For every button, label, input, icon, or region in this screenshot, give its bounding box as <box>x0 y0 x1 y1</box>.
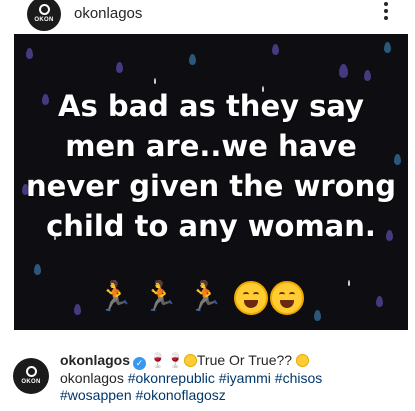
caption-username[interactable]: okonlagos <box>60 352 130 368</box>
raindrop <box>154 78 156 84</box>
raindrop <box>116 62 123 73</box>
hashtag[interactable]: #okonrepublic <box>128 370 215 386</box>
okon-logo-icon <box>25 365 37 377</box>
emoji-row: 🏃 🏃 🏃 <box>97 276 357 316</box>
quote-line: As bad as they say <box>58 89 364 123</box>
running-man-icon: 🏃 <box>187 279 224 313</box>
hashtag[interactable]: #okonoflagosz <box>136 387 226 403</box>
grinning-squint-face-icon <box>234 281 269 315</box>
quote-line: men are..we have <box>65 129 357 163</box>
hashtag[interactable]: #wosappen <box>60 387 132 403</box>
caption: OKON okonlagos ✓ 🍷🍷 True Or True?? okonlago… <box>0 352 415 411</box>
avatar-text: OKON <box>21 378 41 385</box>
okon-logo-icon <box>38 3 50 15</box>
raindrop <box>189 54 196 65</box>
smiling-face-icon <box>183 354 197 367</box>
raindrop <box>74 304 81 315</box>
caption-message: True Or True?? <box>196 352 293 368</box>
hashtag[interactable]: #iyammi <box>219 370 271 386</box>
raindrop <box>26 48 33 59</box>
raindrop <box>34 264 41 275</box>
wine-glass-icon: 🍷 <box>149 352 167 368</box>
post-header: OKON okonlagos <box>0 0 415 34</box>
avatar[interactable]: OKON <box>13 358 49 394</box>
raindrop <box>384 42 391 53</box>
quote-line: never given the wrong <box>26 169 396 203</box>
hashtag[interactable]: #chisos <box>275 370 322 386</box>
post-quote-text: As bad as they say men are..we have neve… <box>14 86 408 246</box>
raindrop <box>364 70 371 81</box>
caption-text: okonlagos ✓ 🍷🍷 True Or True?? okonlagos #ok… <box>60 352 410 404</box>
raindrop <box>376 296 383 307</box>
username[interactable]: okonlagos <box>74 5 142 22</box>
avatar[interactable]: OKON <box>27 0 61 31</box>
smiling-face-icon <box>295 354 309 367</box>
quote-line: child to any woman. <box>46 209 376 243</box>
wine-glass-icon: 🍷 <box>166 352 184 368</box>
more-options-icon[interactable] <box>379 0 393 22</box>
running-man-icon: 🏃 <box>142 279 179 313</box>
verified-badge-icon: ✓ <box>133 357 147 370</box>
post-image[interactable]: As bad as they say men are..we have neve… <box>14 34 408 330</box>
caption-mention[interactable]: okonlagos <box>60 370 124 386</box>
raindrop <box>339 64 348 78</box>
grinning-face-icon <box>270 281 305 315</box>
avatar-text: OKON <box>34 16 54 23</box>
raindrop <box>272 44 279 55</box>
running-man-icon: 🏃 <box>97 279 134 313</box>
